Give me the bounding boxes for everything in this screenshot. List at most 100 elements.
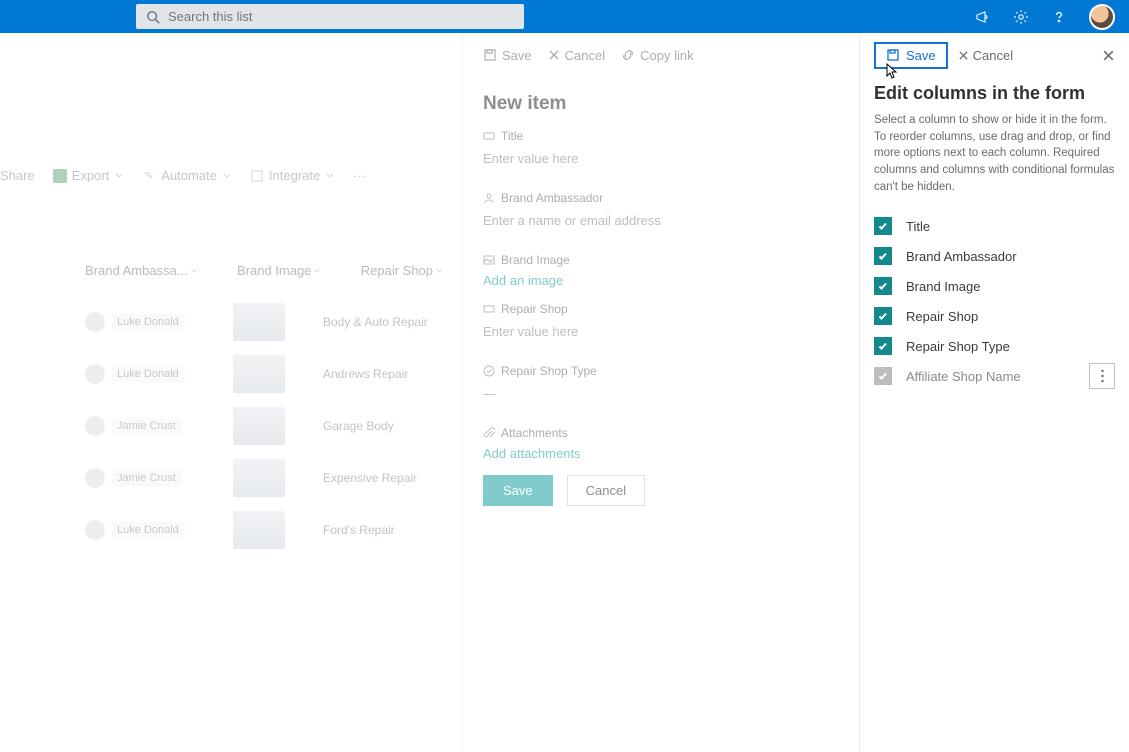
announce-icon[interactable] bbox=[975, 9, 991, 25]
repair-shop-type-input[interactable]: — bbox=[483, 384, 839, 412]
column-list: Title Brand Ambassador Brand Image Repair S… bbox=[874, 211, 1115, 391]
save-button[interactable]: Save bbox=[483, 48, 532, 63]
brand-image-thumb bbox=[233, 407, 285, 445]
integrate-button[interactable]: Integrate bbox=[250, 168, 335, 183]
brand-image-thumb bbox=[233, 459, 285, 497]
check-icon bbox=[877, 250, 889, 262]
check-icon bbox=[877, 220, 889, 232]
column-item[interactable]: Repair Shop bbox=[874, 301, 1115, 331]
person-avatar bbox=[85, 468, 105, 488]
field-repair-shop: Repair Shop Enter value here bbox=[483, 302, 839, 350]
text-icon bbox=[483, 130, 495, 142]
column-checkbox[interactable] bbox=[874, 277, 892, 295]
person-cell: Jamie Crust bbox=[85, 416, 195, 436]
col-repair-shop[interactable]: Repair Shop bbox=[361, 263, 443, 278]
field-title: Title Enter value here bbox=[483, 129, 839, 177]
col-brand-ambassador[interactable]: Brand Ambassa... bbox=[85, 263, 197, 278]
help-icon[interactable] bbox=[1051, 9, 1067, 25]
column-checkbox[interactable] bbox=[874, 217, 892, 235]
col-brand-image[interactable]: Brand Image bbox=[237, 263, 321, 278]
repair-shop-cell: Garage Body bbox=[323, 419, 463, 433]
edit-columns-title: Edit columns in the form bbox=[874, 83, 1115, 104]
cancel-form-button[interactable]: Cancel bbox=[567, 475, 645, 506]
close-panel-button[interactable] bbox=[1102, 49, 1115, 62]
save-icon bbox=[886, 48, 900, 62]
column-item[interactable]: Affiliate Shop Name bbox=[874, 361, 1115, 391]
cancel-button[interactable]: Cancel bbox=[958, 48, 1013, 63]
add-attachments-link[interactable]: Add attachments bbox=[483, 446, 839, 461]
cursor-icon bbox=[884, 62, 900, 82]
person-name: Jamie Crust bbox=[111, 418, 182, 434]
close-icon bbox=[548, 49, 560, 61]
chevron-down-icon bbox=[325, 171, 335, 181]
column-label: Repair Shop bbox=[906, 309, 978, 324]
add-image-link[interactable]: Add an image bbox=[483, 273, 839, 288]
user-avatar[interactable] bbox=[1089, 4, 1115, 30]
chevron-down-icon bbox=[114, 171, 124, 181]
image-icon bbox=[483, 254, 495, 266]
export-button[interactable]: Export bbox=[53, 168, 125, 183]
gear-icon[interactable] bbox=[1013, 9, 1029, 25]
person-avatar bbox=[85, 416, 105, 436]
save-form-button[interactable]: Save bbox=[483, 475, 553, 506]
person-name: Luke Donald bbox=[111, 314, 185, 330]
automate-button[interactable]: Automate bbox=[142, 168, 232, 183]
check-icon bbox=[877, 280, 889, 292]
field-image: Brand Image Add an image bbox=[483, 253, 839, 288]
person-cell: Jamie Crust bbox=[85, 468, 195, 488]
attachment-icon bbox=[483, 427, 495, 439]
flow-icon bbox=[142, 169, 156, 183]
brand-image-thumb bbox=[233, 355, 285, 393]
column-item[interactable]: Brand Image bbox=[874, 271, 1115, 301]
person-cell: Luke Donald bbox=[85, 364, 195, 384]
excel-icon bbox=[53, 169, 67, 183]
person-name: Jamie Crust bbox=[111, 470, 182, 486]
brand-image-thumb bbox=[233, 303, 285, 341]
person-icon bbox=[483, 192, 495, 204]
check-icon bbox=[877, 370, 889, 382]
check-icon bbox=[877, 340, 889, 352]
repair-shop-cell: Body & Auto Repair bbox=[323, 315, 463, 329]
search-box[interactable] bbox=[136, 4, 524, 29]
chevron-down-icon bbox=[222, 171, 232, 181]
choice-icon bbox=[483, 365, 495, 377]
share-button[interactable]: Share bbox=[0, 168, 35, 183]
brand-image-thumb bbox=[233, 511, 285, 549]
person-avatar bbox=[85, 520, 105, 540]
column-label: Brand Ambassador bbox=[906, 249, 1017, 264]
title-input[interactable]: Enter value here bbox=[483, 149, 839, 177]
list-toolbar: Share Export Automate Integrate ··· bbox=[0, 168, 366, 183]
panel-new-item: Save Cancel Copy link New item Title Ent… bbox=[462, 33, 859, 752]
cancel-button[interactable]: Cancel bbox=[548, 48, 605, 63]
ambassador-input[interactable]: Enter a name or email address bbox=[483, 211, 839, 239]
more-vertical-icon bbox=[1101, 369, 1104, 383]
field-repair-shop-type: Repair Shop Type — bbox=[483, 364, 839, 412]
new-item-command-bar: Save Cancel Copy link bbox=[483, 33, 839, 73]
repair-shop-cell: Ford's Repair bbox=[323, 523, 463, 537]
search-input[interactable] bbox=[168, 9, 344, 24]
edit-columns-command-bar: Save Cancel bbox=[874, 33, 1115, 77]
column-item[interactable]: Repair Shop Type bbox=[874, 331, 1115, 361]
column-item[interactable]: Title bbox=[874, 211, 1115, 241]
check-icon bbox=[877, 310, 889, 322]
link-icon bbox=[621, 48, 635, 62]
more-button[interactable]: ··· bbox=[353, 168, 366, 183]
person-cell: Luke Donald bbox=[85, 312, 195, 332]
panel-title: New item bbox=[483, 93, 839, 115]
search-icon bbox=[146, 10, 160, 24]
close-icon bbox=[958, 50, 969, 61]
close-icon bbox=[1102, 49, 1115, 62]
repair-shop-cell: Andrews Repair bbox=[323, 367, 463, 381]
save-button[interactable]: Save bbox=[874, 42, 948, 69]
repair-shop-input[interactable]: Enter value here bbox=[483, 322, 839, 350]
column-label: Repair Shop Type bbox=[906, 339, 1010, 354]
copy-link-button[interactable]: Copy link bbox=[621, 48, 693, 63]
edit-columns-description: Select a column to show or hide it in th… bbox=[874, 112, 1115, 195]
column-checkbox[interactable] bbox=[874, 307, 892, 325]
column-item[interactable]: Brand Ambassador bbox=[874, 241, 1115, 271]
column-checkbox[interactable] bbox=[874, 247, 892, 265]
column-more-button[interactable] bbox=[1089, 363, 1115, 389]
integrate-icon bbox=[250, 169, 264, 183]
column-checkbox[interactable] bbox=[874, 337, 892, 355]
person-cell: Luke Donald bbox=[85, 520, 195, 540]
